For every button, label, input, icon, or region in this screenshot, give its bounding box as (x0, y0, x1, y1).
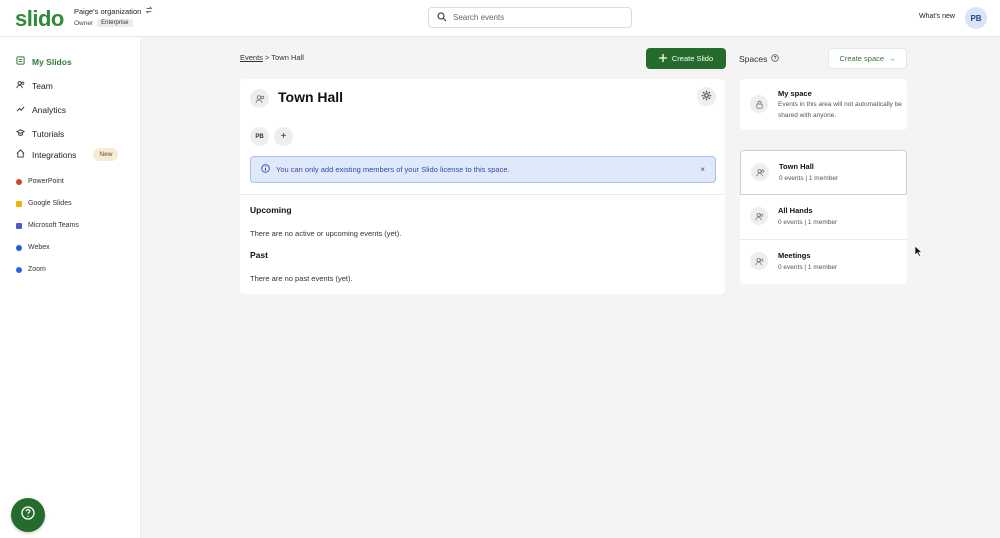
sidebar-item-integrations[interactable]: Integrations New (16, 148, 119, 161)
upcoming-empty-text: There are no active or upcoming events (… (250, 229, 402, 238)
sidebar-item-zoom[interactable]: Zoom (16, 266, 46, 273)
help-button[interactable] (11, 498, 45, 532)
sidebar-item-tutorials[interactable]: Tutorials (15, 128, 65, 139)
page-title: Town Hall (278, 89, 344, 105)
sidebar-item-my-slidos[interactable]: My Slidos (16, 56, 72, 67)
sidebar-item-label: Zoom (28, 266, 46, 273)
space-item-meta: 0 events | 1 member (779, 175, 839, 182)
space-item-meta: 0 events | 1 member (778, 264, 838, 271)
space-detail-card: Town Hall PB + You can only add existing… (240, 79, 725, 294)
sidebar-item-powerpoint[interactable]: PowerPoint (16, 178, 64, 185)
zoom-icon (16, 266, 22, 273)
lock-icon (750, 95, 768, 113)
google-slides-icon (16, 200, 22, 207)
close-icon[interactable]: × (700, 165, 705, 174)
search-input[interactable] (453, 13, 613, 22)
create-space-button[interactable]: Create space → (828, 48, 907, 69)
sidebar-item-label: PowerPoint (28, 178, 64, 185)
sidebar-item-label: Analytics (32, 104, 67, 115)
space-item-meta: 0 events | 1 member (778, 219, 838, 226)
new-badge: New (93, 148, 119, 161)
slides-icon (16, 56, 25, 67)
my-space-title: My space (778, 89, 812, 98)
search-icon (437, 9, 447, 27)
whats-new-link[interactable]: What's new (919, 13, 955, 20)
help-circle-icon[interactable] (771, 54, 780, 64)
mouse-cursor-icon (914, 244, 923, 262)
create-slido-label: Create Slido (671, 54, 714, 63)
spaces-heading-label: Spaces (739, 54, 768, 64)
my-space-description: Events in this area will not automatical… (778, 101, 902, 120)
plan-badge: Enterprise (97, 19, 133, 27)
breadcrumb-current: Town Hall (271, 53, 304, 62)
sidebar-item-label: Microsoft Teams (28, 222, 79, 229)
sidebar-item-team[interactable]: Team (16, 80, 53, 91)
my-space-card[interactable]: My space Events in this area will not au… (740, 79, 907, 130)
sidebar-item-label: Google Slides (28, 200, 72, 207)
space-item-title: Meetings (778, 251, 811, 260)
create-slido-button[interactable]: Create Slido (646, 48, 726, 69)
sidebar-item-label: Integrations (32, 149, 77, 160)
sidebar-item-google-slides[interactable]: Google Slides (16, 200, 72, 207)
spaces-list: Town Hall 0 events | 1 member All Hands … (740, 150, 907, 284)
info-icon (261, 164, 270, 175)
team-icon (750, 207, 768, 225)
team-icon (751, 163, 769, 181)
user-avatar[interactable]: PB (965, 7, 987, 29)
sidebar-item-label: My Slidos (32, 56, 72, 67)
top-bar: slido Paige's organization Owner Enterpr… (0, 0, 1000, 37)
team-icon (750, 252, 768, 270)
breadcrumb: Events > Town Hall (240, 53, 304, 62)
sidebar: My Slidos Team Analytics Tutorials Integ… (0, 37, 141, 538)
member-avatar[interactable]: PB (250, 127, 269, 146)
space-item-meetings[interactable]: Meetings 0 events | 1 member (740, 240, 907, 284)
divider (240, 194, 725, 195)
add-member-button[interactable]: + (274, 127, 293, 146)
sidebar-item-webex[interactable]: Webex (16, 244, 50, 251)
space-item-town-hall[interactable]: Town Hall 0 events | 1 member (740, 150, 907, 195)
org-role: Owner (74, 19, 94, 27)
gear-icon (701, 88, 712, 106)
sidebar-item-microsoft-teams[interactable]: Microsoft Teams (16, 222, 79, 229)
upcoming-heading: Upcoming (250, 205, 292, 215)
arrow-right-icon: → (888, 54, 896, 63)
info-banner: You can only add existing members of you… (250, 156, 716, 183)
org-name: Paige's organization (74, 6, 142, 16)
sidebar-item-label: Tutorials (32, 128, 65, 139)
past-heading: Past (250, 250, 268, 260)
space-item-title: All Hands (778, 206, 813, 215)
slido-logo[interactable]: slido (15, 6, 64, 32)
switch-icon[interactable] (145, 6, 153, 16)
breadcrumb-separator: > (265, 53, 270, 62)
settings-button[interactable] (697, 87, 716, 106)
tutorials-icon (15, 128, 26, 139)
sidebar-item-label: Team (32, 80, 53, 91)
powerpoint-icon (16, 178, 22, 185)
past-empty-text: There are no past events (yet). (250, 274, 353, 283)
sidebar-item-analytics[interactable]: Analytics (16, 104, 66, 115)
create-space-label: Create space (839, 54, 885, 63)
team-icon (16, 80, 25, 91)
integrations-icon (16, 149, 25, 160)
microsoft-teams-icon (16, 222, 22, 229)
info-message: You can only add existing members of you… (276, 165, 510, 174)
space-item-title: Town Hall (779, 162, 814, 171)
spaces-heading: Spaces (739, 54, 780, 64)
plus-icon (658, 53, 667, 64)
breadcrumb-events-link[interactable]: Events (240, 53, 263, 62)
help-icon (21, 505, 35, 525)
team-icon (250, 89, 269, 108)
analytics-icon (16, 104, 25, 115)
sidebar-item-label: Webex (28, 244, 50, 251)
webex-icon (16, 244, 22, 251)
space-item-all-hands[interactable]: All Hands 0 events | 1 member (740, 195, 907, 240)
org-switcher[interactable]: Paige's organization Owner Enterprise (74, 6, 153, 27)
search-box[interactable] (428, 7, 632, 28)
